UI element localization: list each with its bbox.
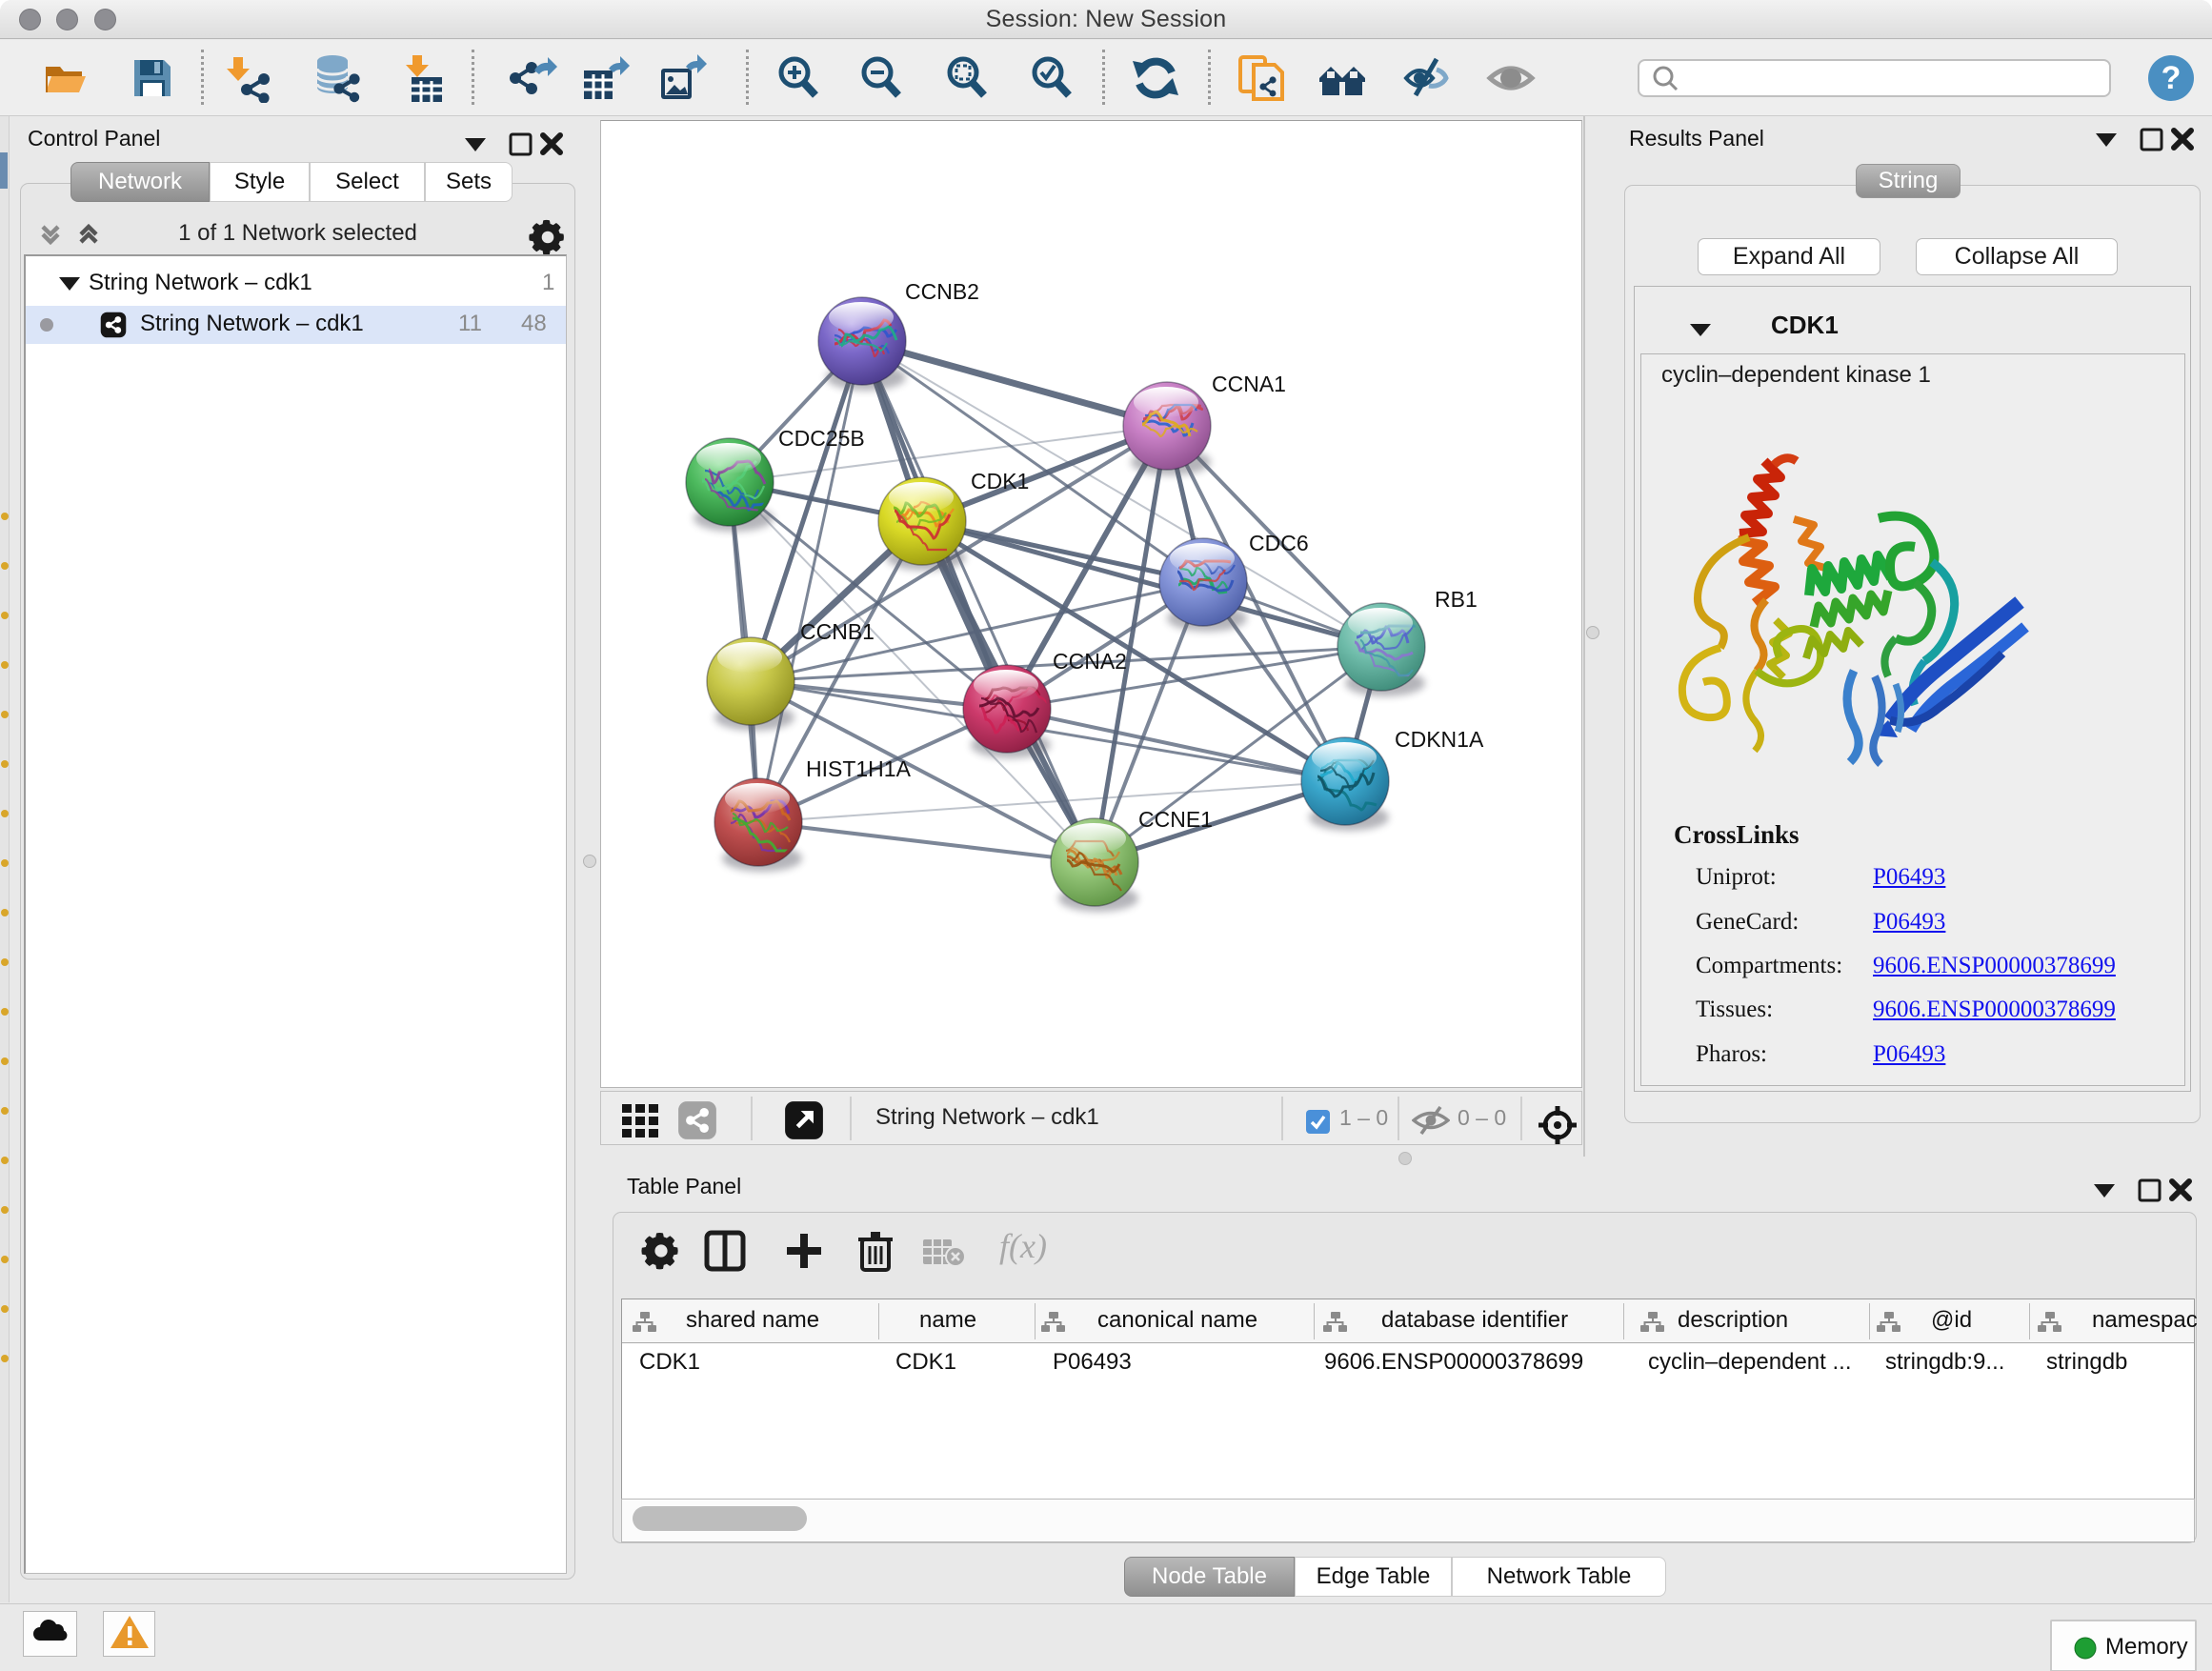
svg-text:CCNA1: CCNA1 bbox=[1212, 372, 1286, 396]
svg-text:CDKN1A: CDKN1A bbox=[1395, 727, 1484, 752]
svg-text:CCNB2: CCNB2 bbox=[905, 279, 979, 304]
svg-text:CCNB1: CCNB1 bbox=[800, 619, 875, 644]
svg-text:HIST1H1A: HIST1H1A bbox=[806, 756, 912, 781]
svg-text:CCNE1: CCNE1 bbox=[1138, 807, 1213, 832]
svg-text:CCNA2: CCNA2 bbox=[1053, 649, 1127, 674]
svg-text:?: ? bbox=[2162, 60, 2182, 96]
svg-text:CDK1: CDK1 bbox=[971, 469, 1029, 493]
svg-text:RB1: RB1 bbox=[1435, 587, 1478, 612]
svg-text:CDC25B: CDC25B bbox=[778, 426, 865, 451]
svg-text:CDC6: CDC6 bbox=[1249, 531, 1309, 555]
